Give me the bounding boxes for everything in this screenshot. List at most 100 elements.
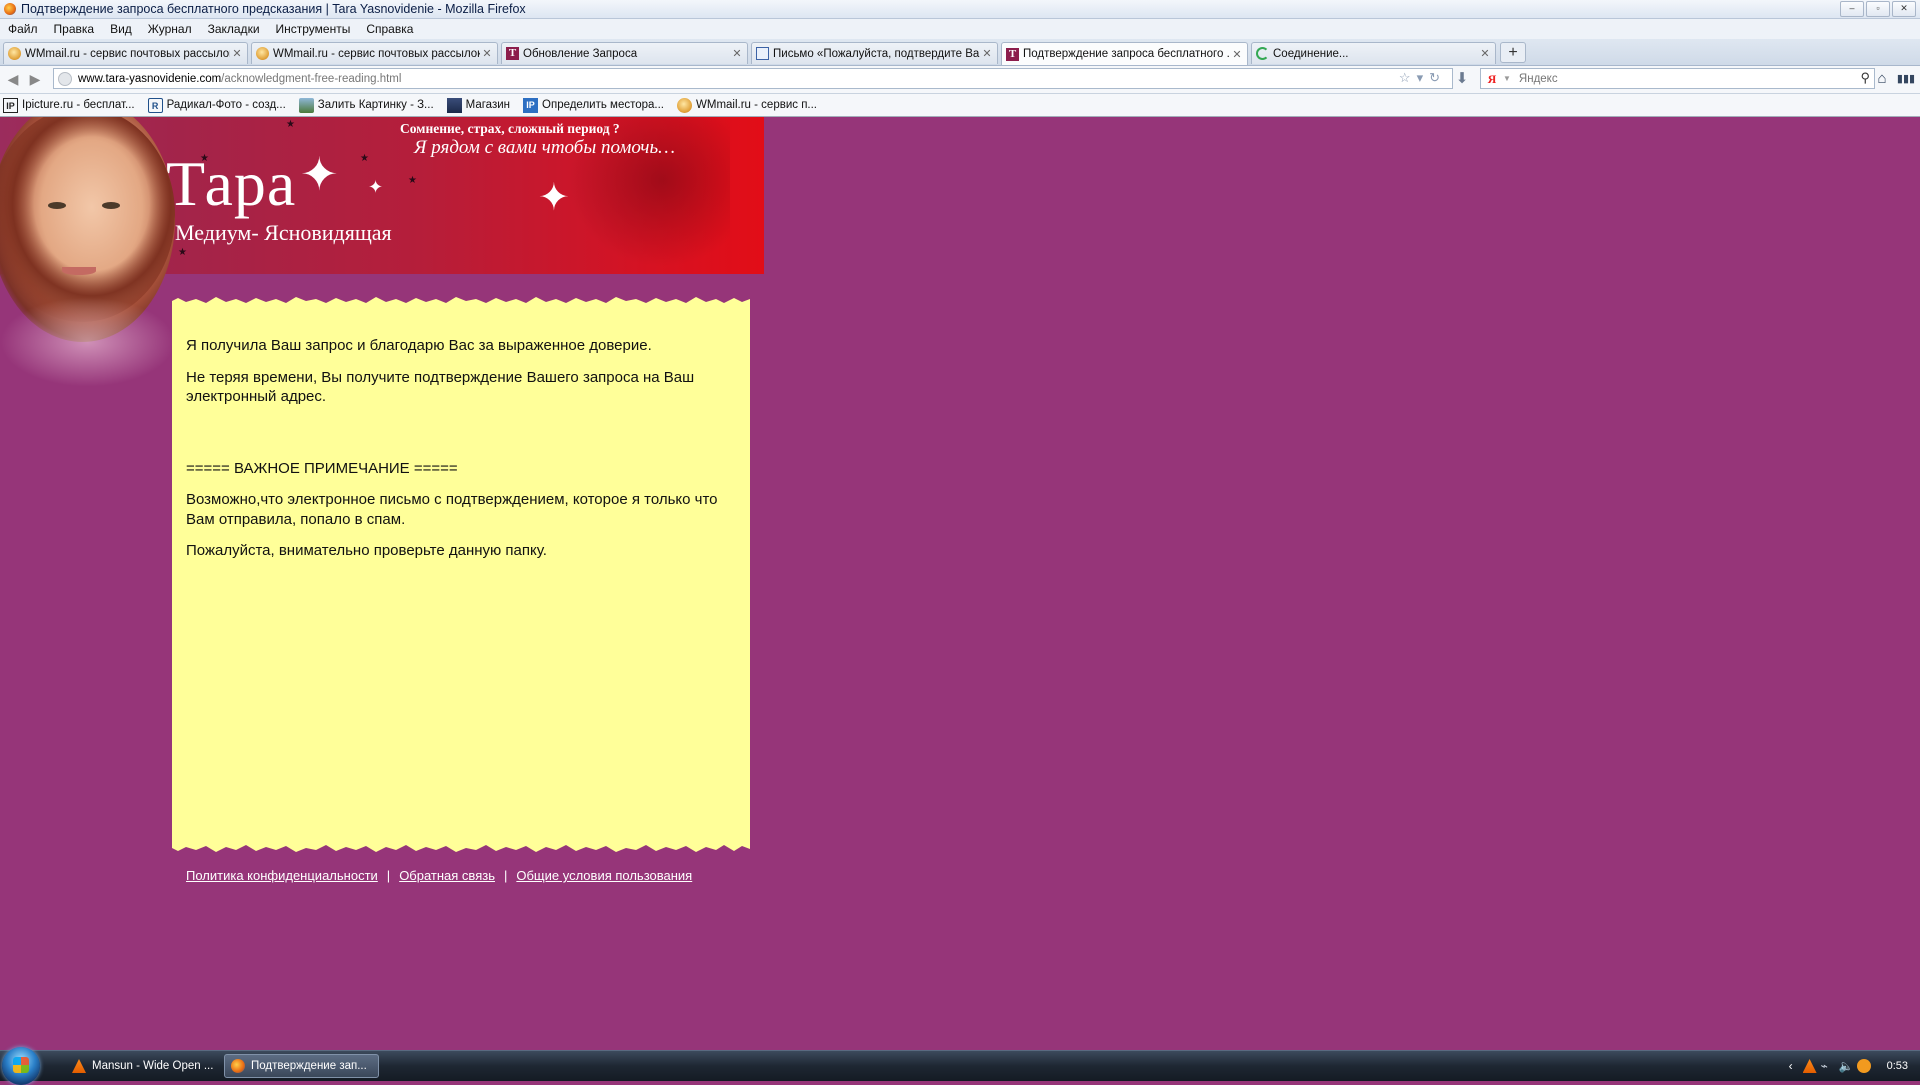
tab-label: WMmail.ru - сервис почтовых рассылок... <box>25 47 230 60</box>
tab-label: Подтверждение запроса бесплатного ... <box>1023 48 1230 60</box>
portrait-hair <box>0 117 175 322</box>
close-window-button[interactable]: ✕ <box>1892 1 1916 17</box>
tab-label: Письмо «Пожалуйста, подтвердите Ва... <box>773 47 980 60</box>
thanks-paragraph: Я получила Ваш запрос и благодарю Вас за… <box>186 337 652 354</box>
yandex-icon[interactable]: Я <box>1485 72 1499 86</box>
menu-bookmarks[interactable]: Закладки <box>200 22 268 36</box>
url-path: /acknowledgment-free-reading.html <box>221 72 402 85</box>
bookmark-label: WMmail.ru - сервис п... <box>696 99 818 111</box>
important-note-heading: ===== ВАЖНОЕ ПРИМЕЧАНИЕ ===== <box>186 459 458 477</box>
tab-update-request[interactable]: T Обновление Запроса ✕ <box>501 42 748 64</box>
confirmation-text: Я получила Ваш запрос и благодарю Вас за… <box>186 336 726 573</box>
spam-warning-paragraph: Возможно,что электронное письмо с подтве… <box>186 491 718 528</box>
terms-of-use-link[interactable]: Общие условия пользования <box>516 868 692 883</box>
download-arrow-icon[interactable]: ⬇ <box>1452 69 1472 89</box>
taskbar-item-vlc[interactable]: Mansun - Wide Open ... <box>66 1054 218 1078</box>
menu-history[interactable]: Журнал <box>140 22 200 36</box>
tara-favicon: T <box>1006 47 1019 61</box>
close-tab-icon[interactable]: ✕ <box>980 47 994 60</box>
close-tab-icon[interactable]: ✕ <box>1230 48 1244 61</box>
banner-tagline-1: Сомнение, страх, сложный период ? <box>400 121 620 136</box>
menu-help[interactable]: Справка <box>358 22 421 36</box>
bookmark-shop[interactable]: Магазин <box>444 97 511 113</box>
portrait-mouth <box>62 267 96 275</box>
feedback-link[interactable]: Обратная связь <box>399 868 495 883</box>
search-icon[interactable]: ⚲ <box>1860 70 1870 86</box>
tab-connecting[interactable]: Соединение... ✕ <box>1251 42 1496 64</box>
update-icon[interactable] <box>1856 1059 1871 1073</box>
ipicture-icon: IP <box>3 97 18 113</box>
taskbar-item-label: Подтверждение зап... <box>251 1060 367 1072</box>
tab-label: Соединение... <box>1273 47 1349 60</box>
torn-edge-bottom <box>172 845 750 856</box>
home-icon[interactable]: ⌂ <box>1872 69 1892 89</box>
site-identity-icon[interactable] <box>58 71 72 86</box>
bookmark-ip-location[interactable]: IP Определить местора... <box>520 97 664 113</box>
bookmark-label: Залить Картинку - З... <box>317 99 434 111</box>
wmmail-icon <box>677 97 693 113</box>
menu-edit[interactable]: Правка <box>46 22 103 36</box>
show-hidden-icons-icon[interactable]: ‹ <box>1789 1059 1793 1073</box>
torn-edge-top <box>172 293 750 303</box>
wmmail-icon <box>256 47 269 60</box>
banner-tagline-2: Я рядом с вами чтобы помочь… <box>414 137 675 158</box>
tab-label: Обновление Запроса <box>523 47 638 60</box>
start-button[interactable] <box>2 1047 40 1085</box>
url-actions[interactable]: ☆▾↻ <box>1399 70 1446 86</box>
bookmark-ipicture[interactable]: IP Ipicture.ru - бесплат... <box>0 97 135 113</box>
new-tab-button[interactable]: + <box>1500 42 1526 63</box>
bookmark-wmmail[interactable]: WMmail.ru - сервис п... <box>674 97 818 113</box>
url-host: www.tara-yasnovidenie.com <box>78 72 222 85</box>
footer-separator: | <box>386 868 391 883</box>
minimize-button[interactable]: – <box>1840 1 1864 17</box>
menu-file[interactable]: Файл <box>0 22 46 36</box>
bookmark-radikal[interactable]: R Радикал-Фото - созд... <box>145 97 286 113</box>
medium-portrait <box>0 117 175 387</box>
sparkle-icon: ✦ <box>300 148 339 200</box>
window-controls: – ▫ ✕ <box>1840 1 1916 17</box>
chevron-down-icon[interactable]: ▼ <box>1503 74 1511 83</box>
search-bar[interactable]: Я ▼ ⚲ <box>1480 68 1875 89</box>
maximize-button[interactable]: ▫ <box>1866 1 1890 17</box>
privacy-policy-link[interactable]: Политика конфиденциальности <box>186 868 378 883</box>
window-titlebar: Подтверждение запроса бесплатного предск… <box>0 0 1920 19</box>
address-bar[interactable]: www.tara-yasnovidenie.com /acknowledgmen… <box>53 68 1453 89</box>
taskbar-item-label: Mansun - Wide Open ... <box>92 1060 214 1072</box>
confirmation-paragraph: Не теряя времени, Вы получите подтвержде… <box>186 368 695 406</box>
back-arrow-icon[interactable]: ◀ <box>3 69 23 89</box>
menu-bar: Файл Правка Вид Журнал Закладки Инструме… <box>0 19 1920 39</box>
forward-arrow-icon[interactable]: ▶ <box>25 69 45 89</box>
network-icon[interactable]: ⌁ <box>1821 1059 1835 1073</box>
close-tab-icon[interactable]: ✕ <box>480 47 494 60</box>
dark-star-icon: ★ <box>178 247 187 258</box>
bookmark-label: Магазин <box>465 99 511 111</box>
tab-wmmail-1[interactable]: WMmail.ru - сервис почтовых рассылок... … <box>3 42 248 64</box>
close-tab-icon[interactable]: ✕ <box>1478 47 1492 60</box>
navigation-bar: ◀ ▶ www.tara-yasnovidenie.com /acknowled… <box>0 66 1920 94</box>
tab-confirmation-active[interactable]: T Подтверждение запроса бесплатного ... … <box>1001 42 1248 65</box>
close-tab-icon[interactable]: ✕ <box>730 47 744 60</box>
taskbar-item-firefox[interactable]: Подтверждение зап... <box>224 1054 379 1078</box>
close-tab-icon[interactable]: ✕ <box>230 47 244 60</box>
taskbar-clock[interactable]: 0:53 <box>1887 1060 1908 1072</box>
tab-wmmail-2[interactable]: WMmail.ru - сервис почтовых рассылок... … <box>251 42 498 64</box>
search-input[interactable] <box>1518 72 1839 85</box>
radikal-icon: R <box>147 97 163 113</box>
footer-separator: | <box>503 868 508 883</box>
dark-star-icon: ★ <box>286 119 295 130</box>
vlc-tray-icon[interactable] <box>1802 1059 1817 1073</box>
bookmark-upload-picture[interactable]: Залить Картинку - З... <box>296 97 434 113</box>
footer-links: Политика конфиденциальности | Обратная с… <box>186 868 692 883</box>
bars-icon[interactable]: ▮▮▮ <box>1896 69 1916 89</box>
portrait-eye <box>48 202 66 209</box>
menu-view[interactable]: Вид <box>102 22 140 36</box>
bookmarks-toolbar: IP Ipicture.ru - бесплат... R Радикал-Фо… <box>0 94 1920 117</box>
dark-star-icon: ★ <box>408 175 417 186</box>
wmmail-icon <box>8 47 21 60</box>
menu-tools[interactable]: Инструменты <box>268 22 359 36</box>
tab-mail-letter[interactable]: Письмо «Пожалуйста, подтвердите Ва... ✕ <box>751 42 998 64</box>
sparkle-icon: ✦ <box>538 177 570 219</box>
loading-icon <box>1256 47 1269 60</box>
volume-icon[interactable]: 🔈 <box>1839 1059 1854 1073</box>
portrait-eye <box>102 202 120 209</box>
